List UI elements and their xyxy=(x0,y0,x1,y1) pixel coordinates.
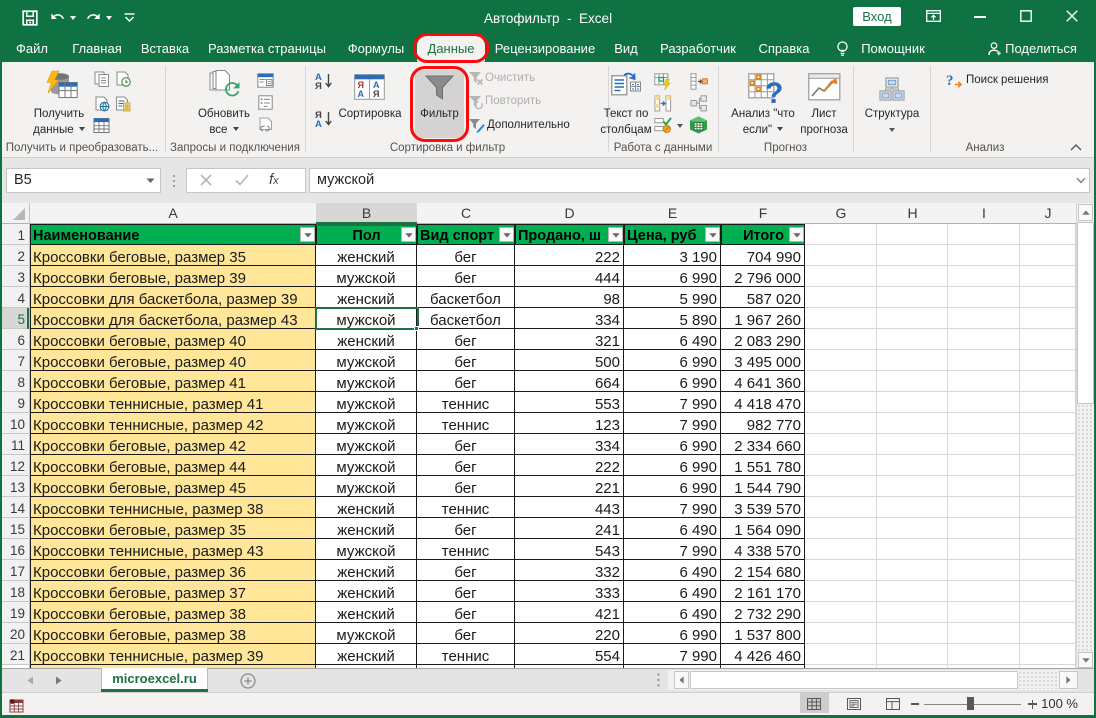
svg-text:?: ? xyxy=(946,73,954,89)
svg-text:?: ? xyxy=(765,77,783,110)
svg-text:Я: Я xyxy=(373,89,379,99)
svg-text:Я: Я xyxy=(315,81,322,92)
svg-text:А: А xyxy=(358,89,365,99)
